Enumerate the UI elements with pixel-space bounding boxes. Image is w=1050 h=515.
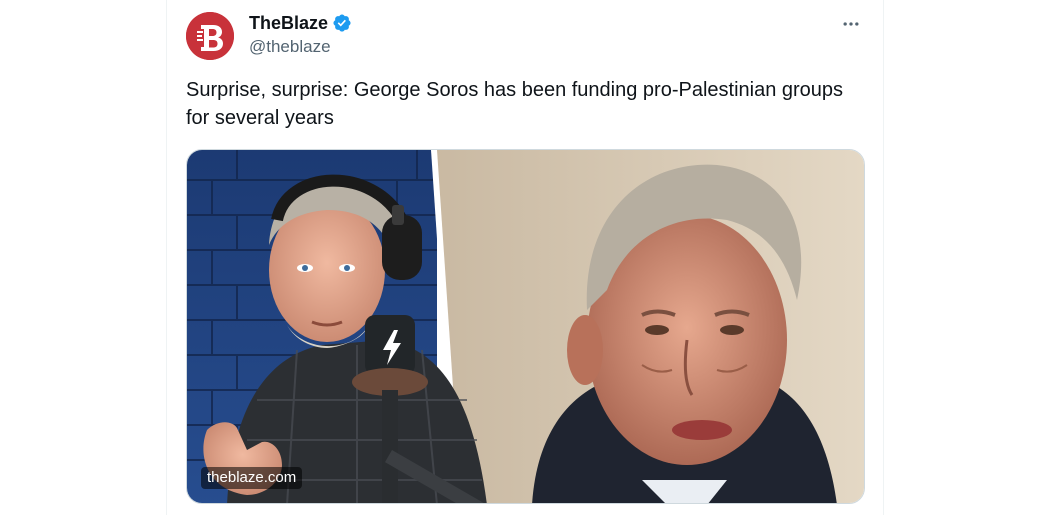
page: TheBlaze @theblaze Surprise, surprise: G… [0, 0, 1050, 515]
tweet-card[interactable]: TheBlaze @theblaze Surprise, surprise: G… [166, 0, 884, 515]
display-name[interactable]: TheBlaze [249, 12, 328, 34]
handle[interactable]: @theblaze [249, 37, 352, 57]
display-name-row: TheBlaze [249, 12, 352, 34]
more-options-button[interactable] [839, 12, 863, 36]
author-info: TheBlaze @theblaze [249, 12, 352, 57]
media-image [187, 150, 864, 503]
verified-badge-icon [332, 13, 352, 33]
avatar[interactable] [186, 12, 234, 60]
tweet-media[interactable]: theblaze.com [186, 149, 865, 504]
more-options-icon [843, 22, 859, 26]
media-watermark: theblaze.com [201, 467, 303, 489]
tweet-text: Surprise, surprise: George Soros has bee… [186, 79, 844, 129]
theblaze-logo-icon [186, 12, 234, 60]
